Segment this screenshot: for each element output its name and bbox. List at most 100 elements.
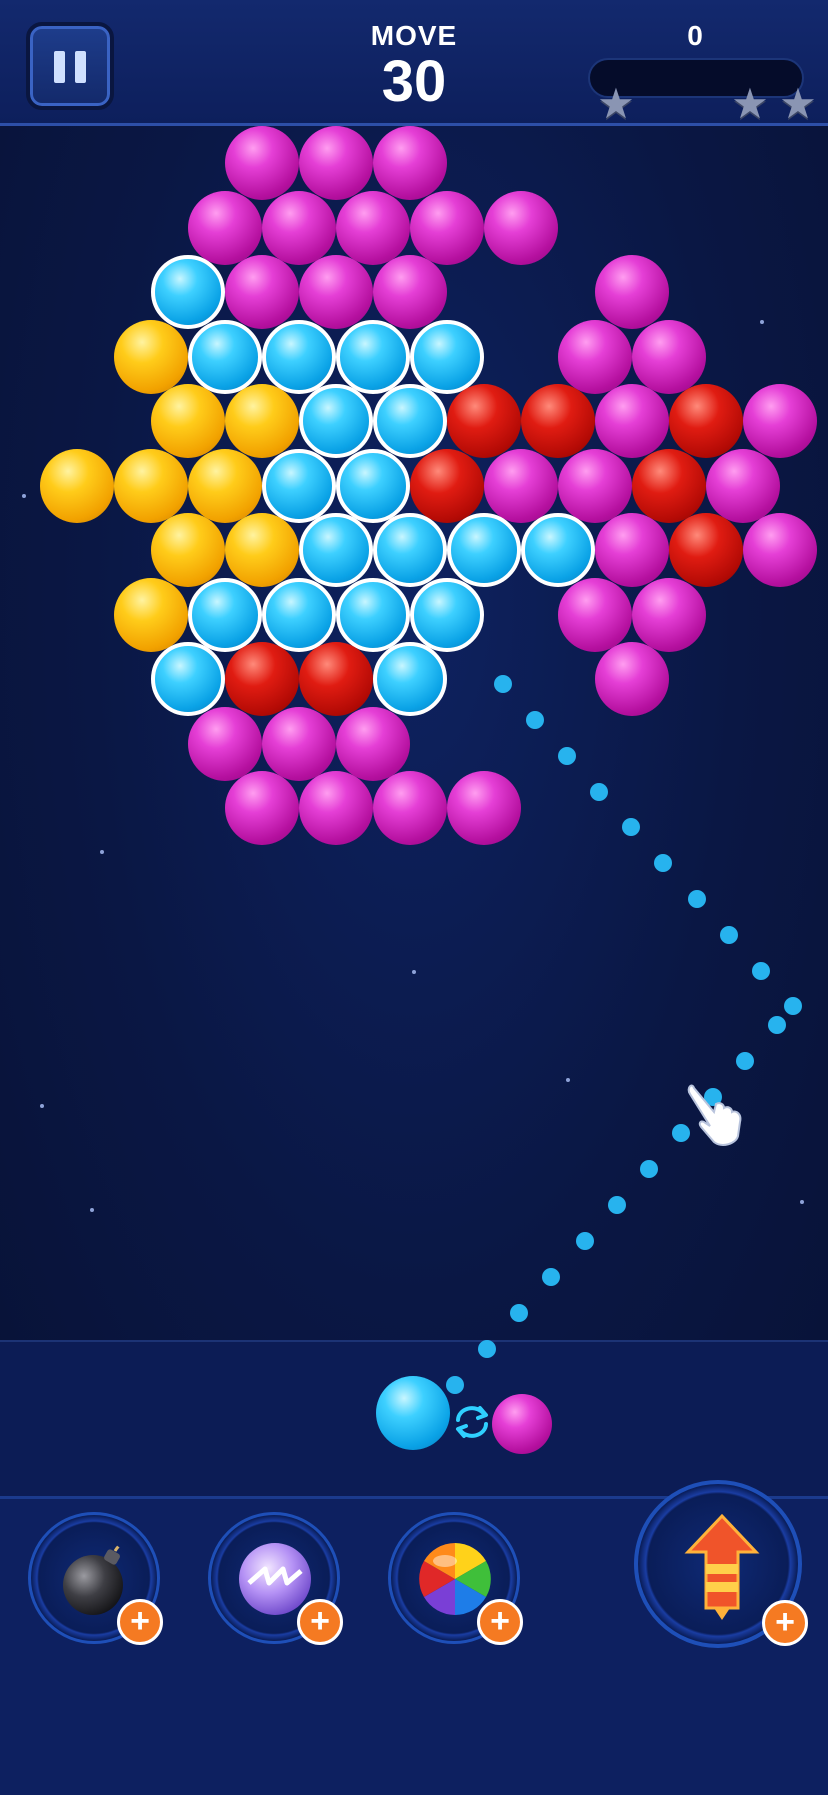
aim-dot (654, 854, 672, 872)
aim-dot (622, 818, 640, 836)
sparkle (760, 320, 764, 324)
magenta-bubble (262, 706, 336, 781)
yellow-bubble (40, 448, 114, 523)
aim-dot (736, 1052, 754, 1070)
blue-bubble (262, 577, 336, 652)
aim-dot (494, 675, 512, 693)
aim-dot (640, 1160, 658, 1178)
magenta-bubble (188, 190, 262, 265)
add-rainbow-button[interactable]: + (477, 1599, 523, 1645)
star-icon: ★ (779, 80, 817, 127)
magenta-bubble (632, 319, 706, 394)
magenta-bubble (484, 448, 558, 523)
yellow-bubble (114, 319, 188, 394)
magenta-bubble (299, 126, 373, 200)
blue-bubble (151, 255, 225, 329)
blue-bubble (188, 319, 262, 394)
blue-bubble (262, 448, 336, 523)
blue-bubble (188, 577, 262, 652)
sparkle (100, 850, 104, 854)
red-bubble (632, 448, 706, 523)
star-icon: ★ (597, 80, 635, 127)
blue-bubble (336, 577, 410, 652)
blue-bubble (521, 513, 595, 587)
magenta-bubble (336, 190, 410, 265)
next-bubble[interactable] (492, 1394, 552, 1454)
aim-dot (478, 1340, 496, 1358)
aim-dot (446, 1376, 464, 1394)
yellow-bubble (114, 448, 188, 523)
aim-dot (720, 926, 738, 944)
magenta-bubble (484, 190, 558, 265)
magenta-bubble (595, 642, 669, 716)
yellow-bubble (151, 384, 225, 458)
rocket-booster-button[interactable]: + (634, 1480, 808, 1648)
rocket-icon (684, 1513, 760, 1620)
magenta-bubble (373, 771, 447, 845)
score-value: 0 (687, 20, 703, 51)
magenta-bubble (225, 771, 299, 845)
red-bubble (447, 384, 521, 458)
star-icon: ★ (731, 80, 769, 127)
red-bubble (521, 384, 595, 458)
add-bomb-button[interactable]: + (117, 1599, 163, 1645)
red-bubble (669, 384, 743, 458)
sparkle (22, 494, 26, 498)
rainbow-booster-button[interactable]: + (388, 1512, 523, 1645)
blue-bubble (373, 384, 447, 458)
magenta-bubble (558, 319, 632, 394)
magenta-bubble (447, 771, 521, 845)
yellow-bubble (188, 448, 262, 523)
magenta-bubble (595, 384, 669, 458)
bomb-booster-button[interactable]: + (28, 1512, 163, 1645)
magenta-bubble (225, 126, 299, 200)
blue-bubble (447, 513, 521, 587)
magenta-bubble (595, 513, 669, 587)
red-bubble (225, 642, 299, 716)
magenta-bubble (373, 255, 447, 329)
aim-dot (688, 890, 706, 908)
red-bubble (669, 513, 743, 587)
aim-dot (576, 1232, 594, 1250)
swap-arrows-icon[interactable] (452, 1404, 492, 1440)
add-lightning-button[interactable]: + (297, 1599, 343, 1645)
sparkle (566, 1078, 570, 1082)
magenta-bubble (225, 255, 299, 329)
blue-bubble (336, 448, 410, 523)
sparkle (412, 970, 416, 974)
aim-dot (590, 783, 608, 801)
magenta-bubble (558, 448, 632, 523)
magenta-bubble (706, 448, 780, 523)
blue-bubble (151, 642, 225, 716)
aim-dot (510, 1304, 528, 1322)
current-bubble[interactable] (376, 1376, 450, 1450)
yellow-bubble (225, 513, 299, 587)
sparkle (90, 1208, 94, 1212)
pause-icon (54, 51, 65, 83)
add-rocket-button[interactable]: + (762, 1600, 808, 1646)
magenta-bubble (336, 706, 410, 781)
blue-bubble (336, 319, 410, 394)
magenta-bubble (595, 255, 669, 329)
yellow-bubble (225, 384, 299, 458)
sparkle (40, 1104, 44, 1108)
lightning-booster-button[interactable]: + (208, 1512, 343, 1645)
magenta-bubble (188, 706, 262, 781)
aim-dot (542, 1268, 560, 1286)
magenta-bubble (558, 577, 632, 652)
red-bubble (299, 642, 373, 716)
blue-bubble (299, 513, 373, 587)
pause-button[interactable] (26, 22, 114, 110)
magenta-bubble (743, 513, 817, 587)
magenta-bubble (743, 384, 817, 458)
moves-remaining: 30 (381, 49, 447, 114)
aim-dot (608, 1196, 626, 1214)
top-hud: MOVE 30 0 ★ ★ ★ (0, 0, 828, 126)
blue-bubble (410, 577, 484, 652)
yellow-bubble (114, 577, 188, 652)
red-bubble (410, 448, 484, 523)
aim-dot (784, 997, 802, 1015)
pause-icon-bar (75, 51, 86, 83)
aim-dot (768, 1016, 786, 1034)
magenta-bubble (299, 255, 373, 329)
